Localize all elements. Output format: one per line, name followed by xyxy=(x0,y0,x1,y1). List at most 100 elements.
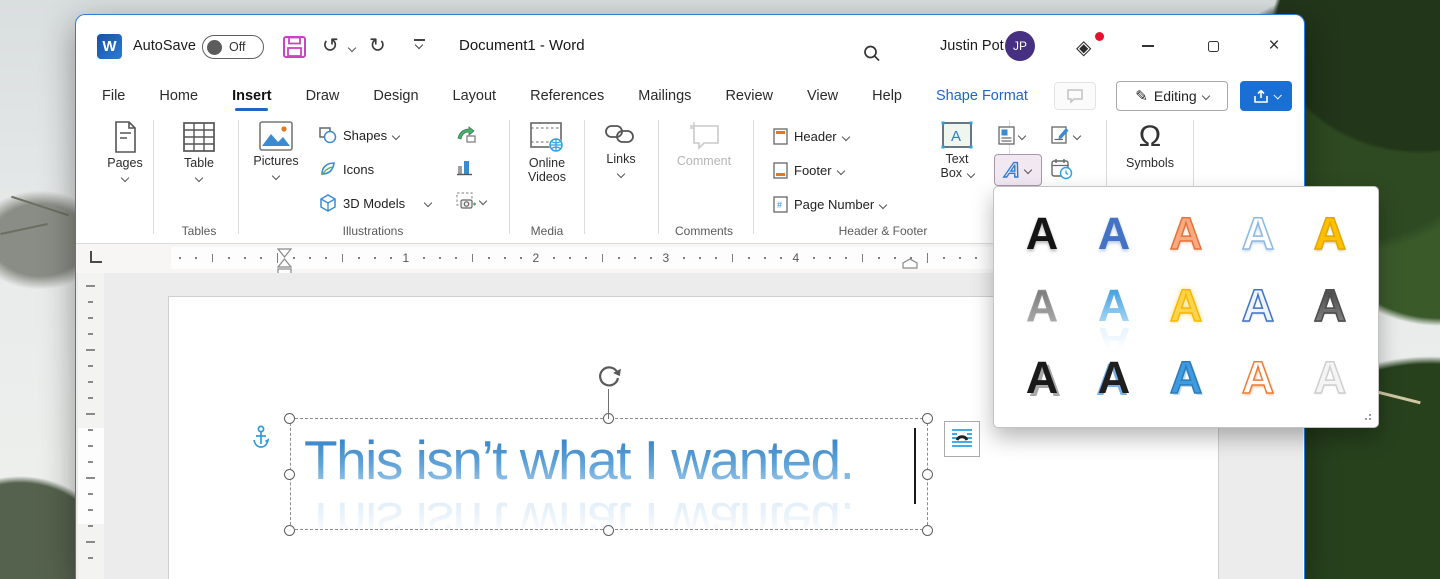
tab-draw[interactable]: Draw xyxy=(305,82,341,110)
wordart-style-white-orange-outline[interactable]: A xyxy=(1222,341,1294,413)
popup-resize-grip[interactable] xyxy=(1361,414,1371,422)
tab-view[interactable]: View xyxy=(806,82,839,110)
wordart-style-fill-blue[interactable]: A xyxy=(1078,197,1150,269)
wordart-style-fill-gold[interactable]: A xyxy=(1294,197,1366,269)
customize-quick-access-toolbar-button[interactable] xyxy=(414,39,426,48)
wordart-style-fill-white-blue-outline[interactable]: A xyxy=(1222,197,1294,269)
maximize-icon xyxy=(1208,41,1219,52)
illustrations-group-label: Illustrations xyxy=(343,224,404,238)
footer-chevron-icon xyxy=(836,166,844,174)
editing-mode-button[interactable]: ✎ Editing xyxy=(1116,81,1228,111)
screenshot-button[interactable] xyxy=(456,192,486,210)
vertical-ruler[interactable] xyxy=(78,273,104,579)
maximize-button[interactable] xyxy=(1193,29,1233,63)
wordart-gallery-grid: AAAAAAAAAAAAAAAA xyxy=(1006,197,1368,413)
autosave-toggle-knob xyxy=(207,40,222,55)
icons-button[interactable]: Icons xyxy=(319,160,374,178)
rotation-handle[interactable] xyxy=(595,362,623,390)
resize-handle-bottom-left[interactable] xyxy=(284,525,295,536)
wordart-style-gradient-silver-bevel[interactable]: A xyxy=(1294,269,1366,341)
tab-shape-format[interactable]: Shape Format xyxy=(935,82,1029,110)
pages-button[interactable]: Pages xyxy=(93,120,157,181)
undo-icon: ↺ xyxy=(322,35,339,57)
autosave-toggle[interactable]: Off xyxy=(202,35,264,59)
tab-insert[interactable]: Insert xyxy=(231,82,273,110)
header-chevron-icon xyxy=(841,132,849,140)
account-avatar[interactable]: JP xyxy=(1005,31,1035,61)
screenshot-chevron-icon xyxy=(479,197,487,205)
3d-models-chevron-icon xyxy=(424,199,432,207)
3d-models-button[interactable]: 3D Models xyxy=(319,194,431,212)
account-user-name[interactable]: Justin Pot xyxy=(940,38,1004,54)
ribbon-tab-row: File Home Insert Draw Design Layout Refe… xyxy=(76,77,1304,114)
wordart-style-fill-black[interactable]: A xyxy=(1006,197,1078,269)
search-button[interactable] xyxy=(862,44,882,64)
shapes-button[interactable]: Shapes xyxy=(319,127,399,144)
tab-review[interactable]: Review xyxy=(724,82,774,110)
online-videos-button[interactable]: OnlineVideos xyxy=(515,120,579,184)
tab-design[interactable]: Design xyxy=(372,82,419,110)
tab-file[interactable]: File xyxy=(101,82,126,110)
tab-layout[interactable]: Layout xyxy=(452,82,498,110)
wordart-text-reflection: This isn’t what I wanted. xyxy=(304,487,853,557)
wordart-style-light-gray-subtle[interactable]: A xyxy=(1294,341,1366,413)
wordart-style-white-blue-double-outline[interactable]: A xyxy=(1222,269,1294,341)
wordart-style-black-gray-shadow[interactable]: A xyxy=(1006,341,1078,413)
wordart-text-block[interactable]: This isn’t what I wanted. This isn’t wha… xyxy=(304,425,853,495)
tab-stop-selector[interactable] xyxy=(90,251,102,263)
minimize-icon xyxy=(1142,45,1154,47)
footer-button[interactable]: Footer xyxy=(773,162,844,179)
desktop-wallpaper: W AutoSave Off ↺ ↻ Document1 - Word xyxy=(0,0,1440,579)
close-button[interactable]: × xyxy=(1254,29,1294,63)
premium-gem-button[interactable]: ◈ xyxy=(1076,35,1102,59)
redo-button[interactable]: ↻ xyxy=(369,33,386,58)
wordart-style-gold-glow[interactable]: A xyxy=(1150,269,1222,341)
comments-pane-button[interactable] xyxy=(1054,82,1096,110)
svg-text:A: A xyxy=(951,128,961,145)
resize-handle-middle-right[interactable] xyxy=(922,469,933,480)
undo-dropdown-chevron-icon[interactable] xyxy=(348,44,356,52)
tab-mailings[interactable]: Mailings xyxy=(637,82,692,110)
tab-references[interactable]: References xyxy=(529,82,605,110)
comment-button[interactable]: Comment xyxy=(672,120,736,168)
wordart-style-black-blue-edge[interactable]: A xyxy=(1078,341,1150,413)
wordart-style-gradient-gray[interactable]: A xyxy=(1006,269,1078,341)
notification-dot xyxy=(1095,32,1104,41)
wordart-style-blue-bevel[interactable]: A xyxy=(1150,341,1222,413)
header-button[interactable]: Header xyxy=(773,128,849,145)
text-box-icon: A xyxy=(940,120,974,150)
symbols-button[interactable]: Ω Symbols xyxy=(1118,120,1182,170)
date-time-button[interactable] xyxy=(1051,158,1073,180)
links-button[interactable]: Links xyxy=(589,120,653,177)
share-button[interactable] xyxy=(1240,81,1292,111)
horizontal-ruler[interactable]: 1234 xyxy=(171,247,993,269)
text-box-button[interactable]: A Text Box xyxy=(928,120,986,180)
search-icon xyxy=(862,44,882,64)
links-chevron-icon xyxy=(617,170,625,178)
resize-handle-top-right[interactable] xyxy=(922,413,933,424)
chart-button[interactable] xyxy=(456,158,474,176)
layout-options-button[interactable] xyxy=(944,421,980,457)
date-time-icon xyxy=(1051,158,1073,180)
resize-handle-bottom-right[interactable] xyxy=(922,525,933,536)
save-button[interactable] xyxy=(282,35,308,60)
share-icon xyxy=(1253,89,1269,104)
quick-parts-button[interactable] xyxy=(998,126,1025,145)
resize-handle-top-left[interactable] xyxy=(284,413,295,424)
wordart-style-gradient-blue-reflection[interactable]: AA xyxy=(1078,269,1150,341)
right-indent-marker[interactable] xyxy=(902,258,918,269)
signature-line-button[interactable] xyxy=(1051,126,1080,145)
undo-button[interactable]: ↺ xyxy=(322,33,339,58)
minimize-button[interactable] xyxy=(1128,29,1168,63)
resize-handle-middle-left[interactable] xyxy=(284,469,295,480)
wordart-button[interactable]: A xyxy=(994,154,1042,186)
table-button[interactable]: Table xyxy=(167,120,231,181)
word-app-icon[interactable]: W xyxy=(97,34,122,59)
smartart-button[interactable] xyxy=(456,126,476,143)
quick-parts-icon xyxy=(998,126,1015,145)
pictures-button[interactable]: Pictures xyxy=(244,120,308,179)
tab-help[interactable]: Help xyxy=(871,82,903,110)
page-number-button[interactable]: # Page Number xyxy=(773,196,886,213)
wordart-style-fill-orange-outline[interactable]: A xyxy=(1150,197,1222,269)
tab-home[interactable]: Home xyxy=(158,82,199,110)
